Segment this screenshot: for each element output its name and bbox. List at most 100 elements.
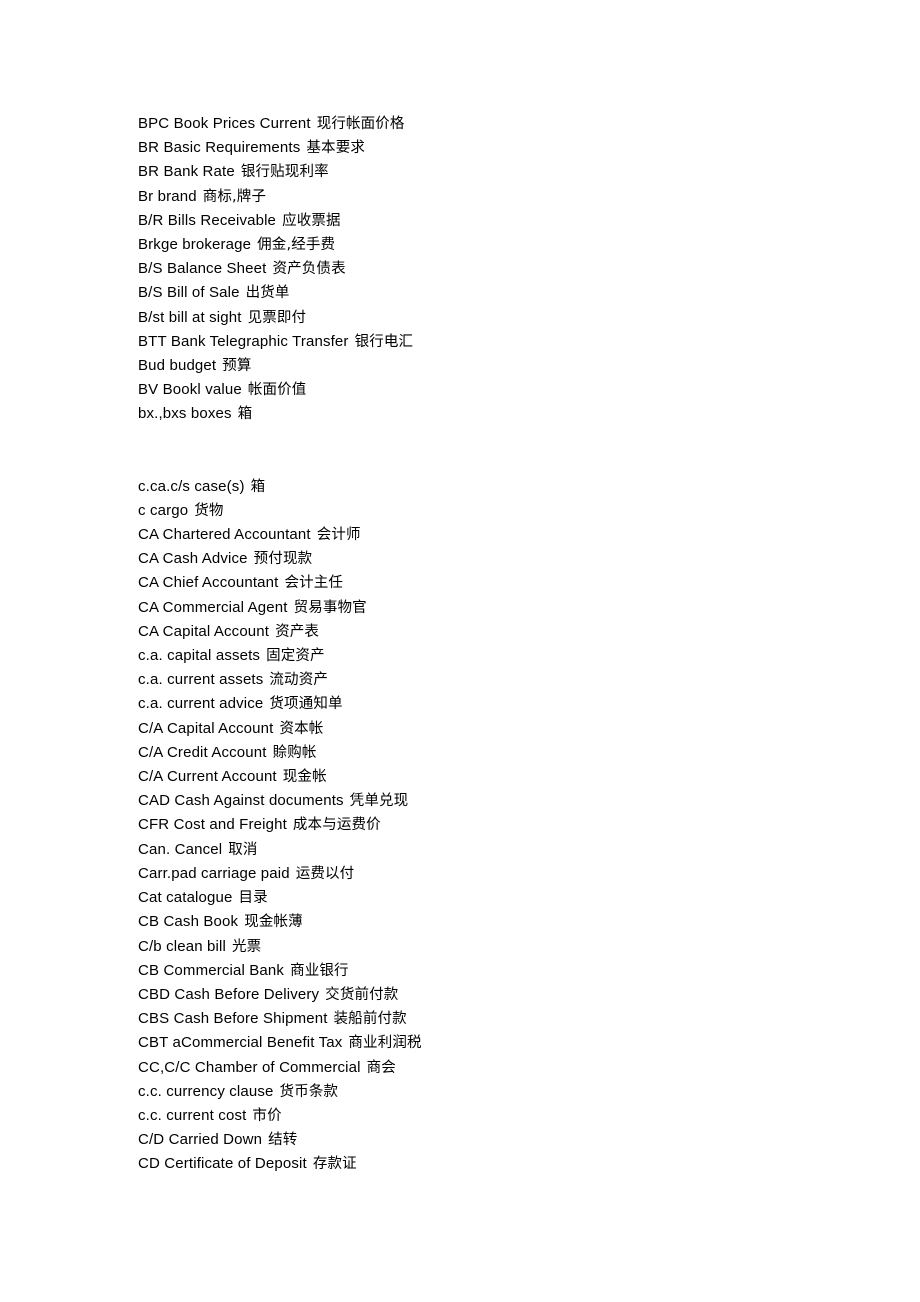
chinese-gloss: 贸易事物官 <box>293 599 367 616</box>
chinese-gloss: 固定资产 <box>266 648 325 665</box>
glossary-entry: BTT Bank Telegraphic Transfer 银行电汇 <box>138 330 858 354</box>
chinese-gloss: 预付现款 <box>253 551 313 568</box>
chinese-gloss: 会计师 <box>316 527 361 544</box>
abbreviation-term: CC,C/C Chamber of Commercial <box>138 1058 361 1076</box>
glossary-entry: C/b clean bill 光票 <box>138 935 858 959</box>
glossary-entry: C/D Carried Down 结转 <box>138 1128 858 1152</box>
abbreviation-term: CBS Cash Before Shipment <box>138 1010 328 1028</box>
chinese-gloss: 货项通知单 <box>269 696 343 713</box>
glossary-entry: C/A Credit Account 賒购帐 <box>138 741 858 765</box>
chinese-gloss: 出货单 <box>245 285 290 302</box>
glossary-entry: BV Bookl value 帐面价值 <box>138 378 858 402</box>
glossary-entry: c.c. current cost 市价 <box>138 1104 858 1128</box>
abbreviation-term: C/b clean bill <box>138 937 226 955</box>
glossary-entry: CB Commercial Bank 商业银行 <box>138 959 858 983</box>
abbreviation-term: c.a. current advice <box>138 695 264 713</box>
chinese-gloss: 基本要求 <box>306 140 365 157</box>
chinese-gloss: 银行贴现利率 <box>240 164 329 181</box>
abbreviation-term: CA Capital Account <box>138 622 270 640</box>
glossary-entry: Br brand 商标,牌子 <box>138 185 858 209</box>
abbreviation-term: CBT aCommercial Benefit Tax <box>138 1034 343 1052</box>
chinese-gloss: 资产表 <box>275 623 320 640</box>
chinese-gloss: 现行帐面价格 <box>316 116 405 132</box>
glossary-entry: CFR Cost and Freight 成本与运费价 <box>138 813 858 837</box>
glossary-entry: Cat catalogue 目录 <box>138 886 858 910</box>
glossary-entry: c.c. currency clause 货币条款 <box>138 1080 858 1104</box>
glossary-entry: bx.,bxs boxes 箱 <box>138 402 858 426</box>
abbreviation-term: CBD Cash Before Delivery <box>138 985 320 1003</box>
chinese-gloss: 箱 <box>250 478 266 495</box>
abbreviation-term: C/A Current Account <box>138 768 277 786</box>
chinese-gloss: 结转 <box>268 1132 298 1149</box>
glossary-entry: CD Certificate of Deposit 存款证 <box>138 1152 858 1176</box>
glossary-entry: B/st bill at sight 见票即付 <box>138 306 858 330</box>
chinese-gloss: 货物 <box>194 502 224 519</box>
abbreviation-term: B/S Bill of Sale <box>138 284 240 302</box>
chinese-gloss: 银行电汇 <box>354 333 414 350</box>
abbreviation-term: CAD Cash Against documents <box>138 792 344 810</box>
abbreviation-term: C/D Carried Down <box>138 1131 263 1149</box>
abbreviation-term: BV Bookl value <box>138 381 242 399</box>
glossary-entry: CBD Cash Before Delivery 交货前付款 <box>138 983 858 1007</box>
glossary-entry: Brkge brokerage 佣金,经手费 <box>138 233 858 257</box>
abbreviation-term: B/S Balance Sheet <box>138 260 267 278</box>
chinese-gloss: 见票即付 <box>247 309 307 326</box>
glossary-entry: c.a. current assets 流动资产 <box>138 668 858 692</box>
glossary-entry: Carr.pad carriage paid 运费以付 <box>138 862 858 886</box>
abbreviation-term: CB Commercial Bank <box>138 961 285 979</box>
abbreviation-term: C/A Capital Account <box>138 719 274 737</box>
glossary-entry: CA Chief Accountant 会计主任 <box>138 571 858 595</box>
chinese-gloss: 目录 <box>238 890 268 907</box>
chinese-gloss: 箱 <box>237 406 253 423</box>
abbreviation-term: B/st bill at sight <box>138 308 242 326</box>
chinese-gloss: 现金帐薄 <box>244 914 303 931</box>
abbreviation-term: c cargo <box>138 501 189 519</box>
glossary-entry: BR Bank Rate 银行贴现利率 <box>138 160 858 184</box>
chinese-gloss: 交货前付款 <box>325 986 399 1003</box>
glossary-block-b: BPC Book Prices Current 现行帐面价格 BR Basic Re… <box>138 112 858 427</box>
glossary-entry: C/A Current Account 现金帐 <box>138 765 858 789</box>
chinese-gloss: 现金帐 <box>282 769 327 786</box>
abbreviation-term: c.a. capital assets <box>138 647 261 665</box>
abbreviation-term: Bud budget <box>138 357 217 375</box>
glossary-entry: CB Cash Book 现金帐薄 <box>138 910 858 934</box>
abbreviation-term: CD Certificate of Deposit <box>138 1155 307 1173</box>
abbreviation-term: CA Chartered Accountant <box>138 526 311 544</box>
glossary-entry: c.ca.c/s case(s) 箱 <box>138 475 858 499</box>
glossary-entry: CA Chartered Accountant 会计师 <box>138 523 858 547</box>
abbreviation-term: CFR Cost and Freight <box>138 816 287 834</box>
chinese-gloss: 取消 <box>228 841 258 858</box>
chinese-gloss: 商业银行 <box>290 962 349 979</box>
document-page: BPC Book Prices Current 现行帐面价格 BR Basic Re… <box>0 0 920 1302</box>
abbreviation-term: Brkge brokerage <box>138 236 252 254</box>
chinese-gloss: 佣金,经手费 <box>257 237 336 254</box>
chinese-gloss: 资产负债表 <box>272 261 346 278</box>
abbreviation-term: BR Basic Requirements <box>138 139 301 157</box>
abbreviation-term: CA Chief Accountant <box>138 574 279 592</box>
chinese-gloss: 运费以付 <box>295 865 355 882</box>
glossary-entry: CA Capital Account 资产表 <box>138 620 858 644</box>
glossary-entry: C/A Capital Account 资本帐 <box>138 717 858 741</box>
abbreviation-term: BR Bank Rate <box>138 163 235 181</box>
glossary-entry: CBT aCommercial Benefit Tax 商业利润税 <box>138 1031 858 1055</box>
abbreviation-term: B/R Bills Receivable <box>138 211 277 229</box>
chinese-gloss: 商标,牌子 <box>202 188 267 205</box>
chinese-gloss: 凭单兑现 <box>349 793 409 810</box>
block-separator <box>138 427 858 475</box>
chinese-gloss: 帐面价值 <box>247 382 307 399</box>
glossary-entry: BR Basic Requirements 基本要求 <box>138 136 858 160</box>
chinese-gloss: 资本帐 <box>279 720 324 737</box>
glossary-entry: c.a. capital assets 固定资产 <box>138 644 858 668</box>
chinese-gloss: 流动资产 <box>269 672 329 689</box>
abbreviation-term: CA Cash Advice <box>138 550 248 568</box>
abbreviation-term: bx.,bxs boxes <box>138 405 232 423</box>
glossary-entry: CA Commercial Agent 贸易事物官 <box>138 596 858 620</box>
abbreviation-term: c.ca.c/s case(s) <box>138 477 245 495</box>
chinese-gloss: 賒购帐 <box>272 744 317 761</box>
glossary-entry: Can. Cancel 取消 <box>138 838 858 862</box>
glossary-entry: c cargo 货物 <box>138 499 858 523</box>
glossary-entry: CC,C/C Chamber of Commercial 商会 <box>138 1056 858 1080</box>
abbreviation-term: Can. Cancel <box>138 840 223 858</box>
abbreviation-term: CB Cash Book <box>138 913 239 931</box>
glossary-entry: BPC Book Prices Current 现行帐面价格 <box>138 112 858 136</box>
